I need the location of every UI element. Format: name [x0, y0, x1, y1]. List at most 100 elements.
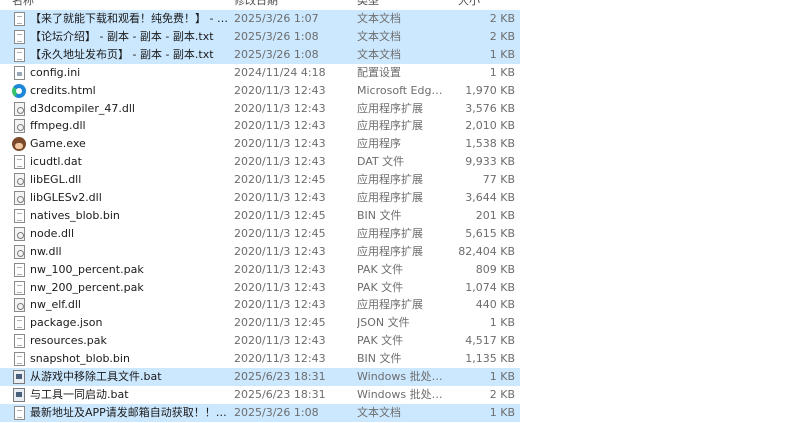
file-row[interactable]: d3dcompiler_47.dll 2020/11/3 12:43 应用程序扩展 3… [0, 100, 520, 118]
file-row[interactable]: resources.pak 2020/11/3 12:43 PAK 文件 4,517 … [0, 332, 520, 350]
file-date: 2025/3/26 1:08 [234, 29, 319, 43]
file-type: PAK 文件 [357, 334, 404, 348]
file-name: node.dll [30, 226, 75, 240]
file-row[interactable]: 【永久地址发布页】 - 副本 - 副本.txt 2025/3/26 1:08 文本文… [0, 45, 520, 64]
file-size: 440 KB [475, 298, 515, 312]
file-date: 2025/6/23 18:31 [234, 370, 326, 383]
file-row[interactable]: package.json 2020/11/3 12:45 JSON 文件 1 KB [0, 314, 520, 332]
file-row[interactable]: nw_elf.dll 2020/11/3 12:43 应用程序扩展 440 KB [0, 296, 520, 314]
file-type: 文本文档 [357, 405, 401, 419]
file-type: 应用程序扩展 [357, 244, 423, 258]
file-name: nw_elf.dll [30, 298, 81, 312]
file-name: d3dcompiler_47.dll [30, 101, 135, 115]
file-date: 2020/11/3 12:45 [234, 226, 326, 240]
file-size: 77 KB [482, 173, 515, 187]
text-file-icon [14, 47, 25, 62]
file-row[interactable]: 最新地址及APP请发邮箱自动获取！！！... 2025/3/26 1:08 文本文档… [0, 403, 520, 422]
column-type-header[interactable]: 类型 [357, 0, 379, 8]
blank-file-icon [14, 316, 25, 331]
file-row[interactable]: 【来了就能下载和观看！纯免费！】 - 副... 2025/3/26 1:07 文本文… [0, 10, 520, 28]
file-row[interactable]: nw_200_percent.pak 2020/11/3 12:43 PAK 文件 1… [0, 279, 520, 297]
file-type: BIN 文件 [357, 352, 402, 366]
dll-file-icon [14, 101, 25, 116]
file-name: snapshot_blob.bin [30, 352, 130, 366]
dll-file-icon [14, 226, 25, 241]
file-size: 2 KB [489, 29, 515, 43]
file-type: JSON 文件 [357, 316, 410, 330]
batch-file-icon [13, 387, 25, 402]
file-row[interactable]: config.ini 2024/11/24 4:18 配置设置 1 KB [0, 64, 520, 82]
file-name: resources.pak [30, 334, 107, 348]
file-type: 应用程序 [357, 137, 401, 151]
file-row[interactable]: libEGL.dll 2020/11/3 12:45 应用程序扩展 77 KB [0, 171, 520, 189]
column-size-header[interactable]: 大小 [458, 0, 480, 8]
file-date: 2020/11/3 12:43 [234, 137, 326, 151]
text-file-icon [14, 29, 25, 44]
file-type: Windows 批处理... [357, 387, 449, 401]
file-size: 201 KB [475, 208, 515, 222]
file-name: ffmpeg.dll [30, 119, 86, 133]
blank-file-icon [14, 208, 25, 223]
dll-file-icon [14, 298, 25, 313]
file-name: 从游戏中移除工具文件.bat [30, 370, 162, 383]
file-type: 应用程序扩展 [357, 101, 423, 115]
file-size: 5,615 KB [465, 226, 515, 240]
file-date: 2025/3/26 1:08 [234, 47, 319, 61]
file-size: 82,404 KB [458, 244, 515, 258]
file-row[interactable]: icudtl.dat 2020/11/3 12:43 DAT 文件 9,933 KB [0, 153, 520, 171]
file-type: 应用程序扩展 [357, 191, 423, 204]
text-file-icon [14, 12, 25, 26]
game-app-icon [12, 137, 26, 152]
file-row[interactable]: snapshot_blob.bin 2020/11/3 12:43 BIN 文件 1,… [0, 350, 520, 368]
blank-file-icon [14, 262, 25, 277]
batch-file-icon [13, 370, 25, 384]
file-size: 1 KB [489, 316, 515, 330]
file-size: 4,517 KB [465, 334, 515, 348]
column-name-header[interactable]: 名称 [12, 0, 34, 8]
file-name: natives_blob.bin [30, 208, 120, 222]
file-type: 文本文档 [357, 29, 401, 43]
file-name: config.ini [30, 65, 81, 79]
file-row[interactable]: natives_blob.bin 2020/11/3 12:45 BIN 文件 201… [0, 207, 520, 225]
file-size: 1 KB [489, 370, 515, 383]
file-row[interactable]: node.dll 2020/11/3 12:45 应用程序扩展 5,615 KB [0, 225, 520, 243]
file-type: DAT 文件 [357, 155, 405, 169]
column-date-header[interactable]: 修改日期 [234, 0, 278, 8]
file-row[interactable]: 【论坛介绍】 - 副本 - 副本 - 副本.txt 2025/3/26 1:08 文… [0, 27, 520, 46]
file-name: icudtl.dat [30, 155, 82, 169]
file-row[interactable]: 与工具一同启动.bat 2025/6/23 18:31 Windows 批处理...… [0, 386, 520, 404]
file-date: 2020/11/3 12:43 [234, 244, 326, 258]
file-row[interactable]: 从游戏中移除工具文件.bat 2025/6/23 18:31 Windows 批处理… [0, 368, 520, 386]
file-name: nw_200_percent.pak [30, 280, 144, 294]
file-size: 1 KB [489, 405, 515, 419]
dll-file-icon [14, 173, 25, 188]
file-date: 2020/11/3 12:45 [234, 208, 326, 222]
file-row[interactable]: Game.exe 2020/11/3 12:43 应用程序 1,538 KB [0, 135, 520, 153]
file-size: 2 KB [489, 387, 515, 401]
blank-file-icon [14, 155, 25, 170]
file-type: 文本文档 [357, 12, 401, 25]
file-name: 【永久地址发布页】 - 副本 - 副本.txt [30, 47, 214, 61]
file-row[interactable]: ffmpeg.dll 2020/11/3 12:43 应用程序扩展 2,010 KB [0, 117, 520, 135]
file-type: 应用程序扩展 [357, 226, 423, 240]
file-type: 应用程序扩展 [357, 119, 423, 133]
file-name: package.json [30, 316, 103, 330]
blank-file-icon [14, 334, 25, 349]
file-name: 【来了就能下载和观看！纯免费！】 - 副... [30, 12, 228, 25]
file-row[interactable]: nw_100_percent.pak 2020/11/3 12:43 PAK 文件 8… [0, 261, 520, 279]
file-name: libEGL.dll [30, 173, 82, 187]
dll-file-icon [14, 119, 25, 134]
file-row[interactable]: credits.html 2020/11/3 12:43 Microsoft Edg… [0, 82, 520, 100]
file-date: 2020/11/3 12:45 [234, 316, 326, 330]
blank-file-icon [14, 280, 25, 295]
text-file-icon [14, 405, 25, 420]
file-size: 3,644 KB [465, 191, 515, 204]
file-date: 2020/11/3 12:43 [234, 191, 326, 204]
dll-file-icon [14, 191, 25, 205]
file-date: 2020/11/3 12:43 [234, 119, 326, 133]
file-type: Windows 批处理... [357, 370, 449, 383]
file-size: 1,074 KB [465, 280, 515, 294]
file-row[interactable]: nw.dll 2020/11/3 12:43 应用程序扩展 82,404 KB [0, 243, 520, 261]
file-date: 2020/11/3 12:43 [234, 298, 326, 312]
file-row[interactable]: libGLESv2.dll 2020/11/3 12:43 应用程序扩展 3,644 … [0, 189, 520, 207]
